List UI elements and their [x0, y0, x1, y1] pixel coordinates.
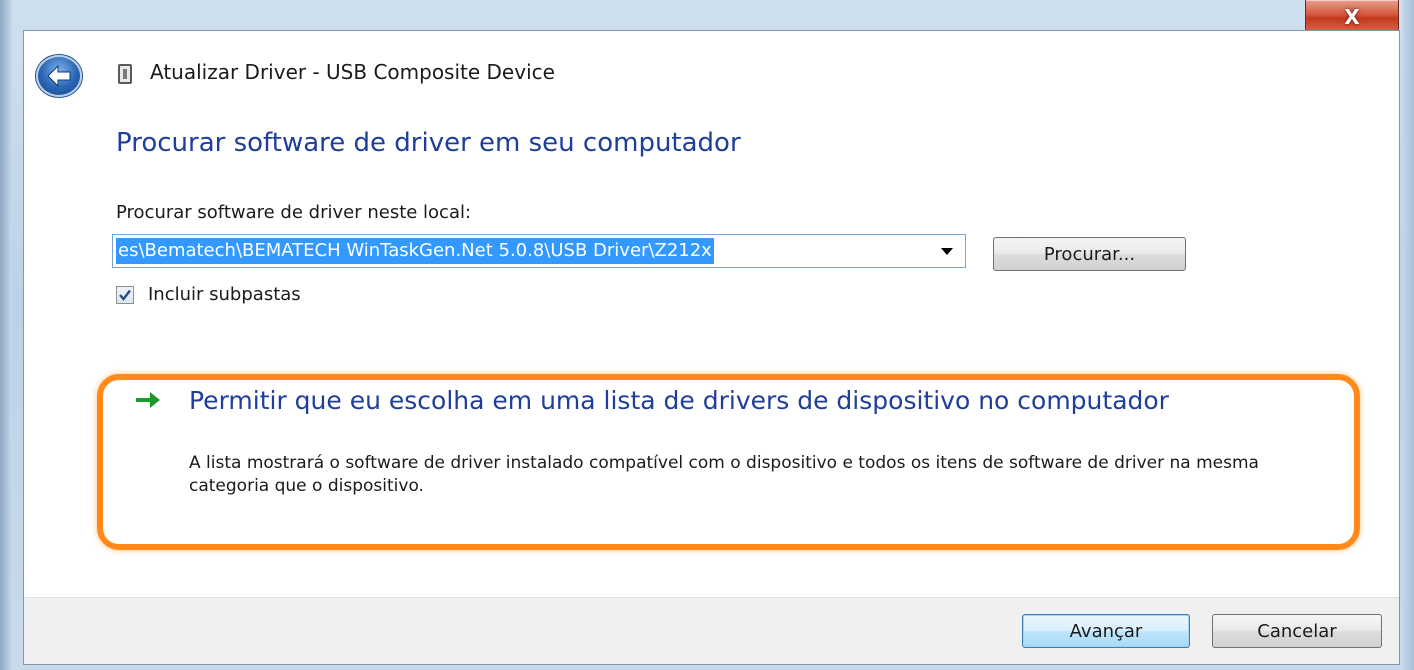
dialog-client-area: [23, 30, 1400, 665]
page-title: Procurar software de driver em seu compu…: [116, 128, 741, 158]
back-arrow-icon: [47, 64, 71, 88]
command-link-description: A lista mostrará o software de driver in…: [189, 453, 1259, 496]
cancel-button[interactable]: Cancelar: [1212, 614, 1382, 648]
dialog-footer: [24, 597, 1399, 664]
path-input[interactable]: es\Bematech\BEMATECH WinTaskGen.Net 5.0.…: [116, 238, 714, 264]
path-field-label: Procurar software de driver neste local:: [116, 202, 472, 223]
chevron-down-icon[interactable]: [941, 248, 953, 255]
include-subfolders-label: Incluir subpastas: [148, 284, 301, 305]
close-button[interactable]: X: [1305, 0, 1399, 34]
window-border-right: [1402, 0, 1414, 670]
include-subfolders-checkbox[interactable]: [116, 286, 134, 304]
next-button[interactable]: Avançar: [1022, 614, 1190, 648]
back-button[interactable]: [36, 55, 82, 97]
choose-driver-command-link[interactable]: Permitir que eu escolha em uma lista de …: [189, 384, 1309, 417]
green-arrow-icon: [136, 392, 160, 408]
path-combobox[interactable]: es\Bematech\BEMATECH WinTaskGen.Net 5.0.…: [112, 234, 966, 268]
close-icon: X: [1344, 4, 1360, 29]
checkmark-icon: [119, 289, 131, 301]
window-border-left: [0, 0, 12, 670]
browse-button[interactable]: Procurar...: [993, 237, 1186, 271]
usb-device-icon: [118, 64, 132, 84]
window-title: Atualizar Driver - USB Composite Device: [150, 60, 555, 84]
